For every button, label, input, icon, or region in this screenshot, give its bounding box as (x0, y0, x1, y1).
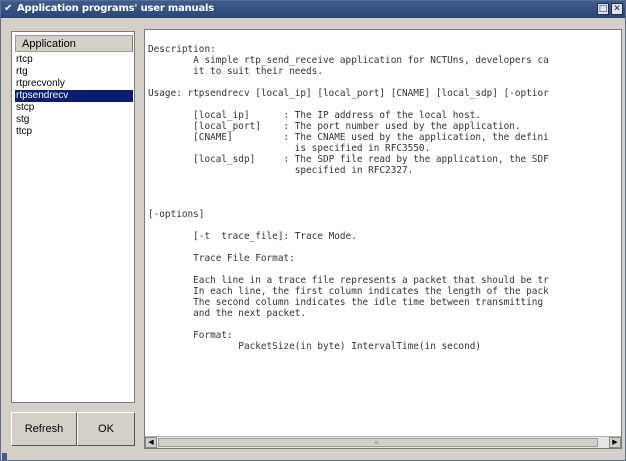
manual-line: Trace File Format: (148, 253, 295, 264)
scroll-left-button[interactable]: ◀ (145, 437, 157, 448)
manual-line (148, 77, 621, 88)
manual-line (148, 176, 621, 187)
application-list[interactable]: Application rtcp rtg rtprecvonly rtpsendrec… (11, 31, 135, 403)
list-items: rtcp rtg rtprecvonly rtpsendrecv stcp stg ttcp (15, 54, 133, 138)
manual-line: In each line, the first column indicates… (148, 286, 549, 297)
scroll-left-icon: ◀ (148, 438, 154, 446)
manual-line: The second column indicates the idle tim… (148, 297, 544, 308)
manual-line (148, 99, 621, 110)
manual-line (148, 319, 621, 330)
corner-marker (2, 453, 7, 460)
maximize-icon: □ (598, 4, 608, 14)
list-item[interactable]: ttcp (15, 126, 133, 138)
manual-line: Format: (148, 330, 233, 341)
manual-line: [local_port] : The port number used by t… (148, 121, 521, 132)
manual-line (148, 187, 621, 198)
manual-line: Usage: rtpsendrecv [local_ip] [local_por… (148, 88, 549, 99)
scroll-right-icon: ▶ (612, 438, 618, 446)
close-icon: ✕ (613, 4, 621, 14)
refresh-button[interactable]: Refresh (11, 412, 77, 446)
column-separator[interactable] (132, 36, 133, 51)
list-header-label: Application (22, 38, 76, 50)
ok-button[interactable]: OK (77, 412, 135, 446)
scroll-thumb[interactable]: ≡ (158, 438, 598, 447)
manual-line: it to suit their needs. (148, 66, 323, 77)
manual-line (148, 264, 621, 275)
manual-line (148, 242, 621, 253)
manual-text-area[interactable]: Description: A simple rtp_send_receive a… (144, 29, 622, 449)
scroll-right-button[interactable]: ▶ (609, 437, 621, 448)
manual-window: ✔ Application programs' user manuals □ ✕… (0, 0, 626, 461)
list-item[interactable]: rtprecvonly (15, 78, 133, 90)
close-button[interactable]: ✕ (611, 3, 623, 15)
window-bottom-edge (1, 451, 625, 460)
manual-line: [local_sdp] : The SDP file read by the a… (148, 154, 549, 165)
list-item[interactable]: stcp (15, 102, 133, 114)
list-item[interactable]: rtcp (15, 54, 133, 66)
manual-line: [local_ip] : The IP address of the local… (148, 110, 482, 121)
list-item[interactable]: stg (15, 114, 133, 126)
list-item[interactable]: rtpsendrecv (15, 90, 133, 102)
manual-line: Each line in a trace file represents a p… (148, 275, 549, 286)
manual-line: [-options] (148, 209, 205, 220)
horizontal-scrollbar[interactable]: ◀ ≡ ▶ (145, 436, 621, 448)
manual-line: is specified in RFC3550. (148, 143, 431, 154)
application-panel: Application rtcp rtg rtprecvonly rtpsendrec… (11, 31, 135, 451)
manual-line: [CNAME] : The CNAME used by the applicat… (148, 132, 549, 143)
window-title: Application programs' user manuals (17, 3, 214, 14)
manual-line: A simple rtp_send_receive application fo… (148, 55, 549, 66)
list-column-header[interactable]: Application (15, 35, 133, 52)
list-item[interactable]: rtg (15, 66, 133, 78)
manual-line: [-t trace_file]: Trace Mode. (148, 231, 357, 242)
title-bar[interactable]: ✔ Application programs' user manuals □ ✕ (1, 1, 625, 18)
maximize-button[interactable]: □ (597, 3, 609, 15)
manual-line: and the next packet. (148, 308, 307, 319)
manual-document: Description: A simple rtp_send_receive a… (148, 44, 621, 352)
manual-line (148, 220, 621, 231)
checkmark-icon: ✔ (4, 3, 13, 14)
manual-line: Description: (148, 44, 216, 55)
manual-line (148, 198, 621, 209)
manual-line: PacketSize(in byte) IntervalTime(in seco… (148, 341, 482, 352)
grip-icon: ≡ (374, 439, 380, 446)
manual-line: specified in RFC2327. (148, 165, 414, 176)
